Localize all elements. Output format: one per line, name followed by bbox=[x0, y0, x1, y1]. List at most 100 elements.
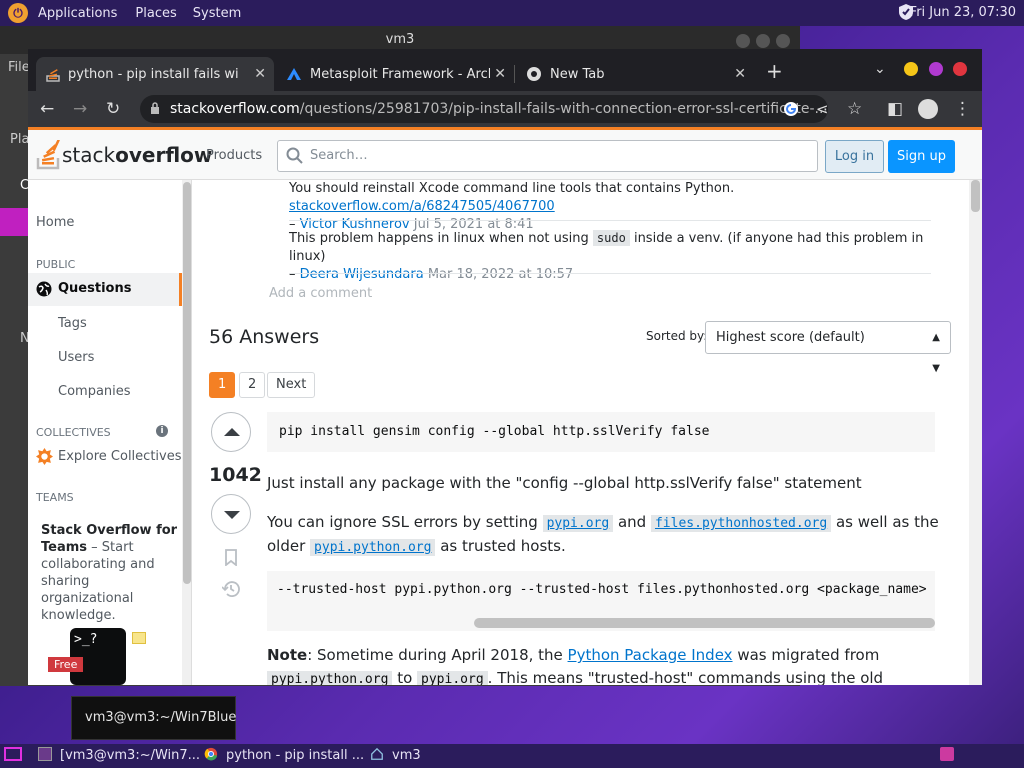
bookmark-star-icon[interactable]: ☆ bbox=[847, 98, 862, 120]
answer-paragraph: You can ignore SSL errors by setting pyp… bbox=[267, 511, 947, 559]
comment-date[interactable]: Mar 18, 2022 at 10:57 bbox=[428, 267, 573, 282]
code-scrollbar[interactable] bbox=[474, 618, 935, 628]
comment-divider bbox=[289, 220, 931, 221]
tab-new-tab[interactable]: New Tab ✕ bbox=[516, 57, 754, 91]
tab-stackoverflow[interactable]: python - pip install fails with "c ✕ bbox=[36, 57, 274, 91]
applications-icon[interactable]: ⏻ bbox=[8, 3, 28, 23]
history-icon[interactable] bbox=[222, 580, 241, 598]
sidepanel-icon[interactable]: ◧ bbox=[887, 98, 903, 120]
close-tab-icon[interactable]: ✕ bbox=[254, 66, 266, 82]
add-comment-link[interactable]: Add a comment bbox=[269, 286, 372, 301]
nav-explore-collectives[interactable]: Explore Collectives bbox=[58, 449, 182, 464]
taskbar-terminal[interactable]: [vm3@vm3:~/Win7... bbox=[38, 744, 200, 768]
nav-questions[interactable]: Questions bbox=[28, 273, 182, 306]
taskbar-vm3[interactable]: vm3 bbox=[370, 744, 421, 768]
comment-text: This problem happens in linux when not u… bbox=[289, 231, 589, 246]
pager-page-1[interactable]: 1 bbox=[209, 372, 236, 398]
maximize-icon[interactable] bbox=[756, 34, 770, 48]
so-logo[interactable]: stack overflow bbox=[36, 140, 212, 170]
new-tab-button[interactable]: + bbox=[766, 59, 783, 83]
minimize-icon[interactable] bbox=[736, 34, 750, 48]
inline-code-link[interactable]: files.pythonhosted.org bbox=[650, 515, 832, 532]
applications-menu[interactable]: Applications bbox=[38, 6, 117, 21]
comment-link[interactable]: stackoverflow.com/a/68247505/4067700 bbox=[289, 199, 555, 214]
note-label: Note bbox=[267, 646, 308, 664]
show-desktop-button[interactable] bbox=[4, 744, 30, 768]
clock[interactable]: Fri Jun 23, 07:30 bbox=[910, 5, 1016, 20]
tab-metasploit[interactable]: Metasploit Framework - Archi ✕ bbox=[276, 57, 514, 91]
close-tab-icon[interactable]: ✕ bbox=[494, 66, 506, 82]
pager-page-2[interactable]: 2 bbox=[239, 372, 266, 398]
info-icon[interactable]: i bbox=[156, 425, 168, 437]
vm3-file-menu[interactable]: File bbox=[8, 60, 30, 75]
text: You can ignore SSL errors by setting bbox=[267, 513, 538, 531]
nav-users[interactable]: Users bbox=[58, 350, 94, 365]
comment-code: sudo bbox=[592, 230, 630, 246]
maximize-icon[interactable] bbox=[929, 62, 943, 76]
minimize-icon[interactable] bbox=[904, 62, 918, 76]
profile-avatar-icon[interactable] bbox=[918, 99, 938, 119]
nav-tags[interactable]: Tags bbox=[58, 316, 87, 331]
nav-companies[interactable]: Companies bbox=[58, 384, 131, 399]
back-icon[interactable]: ← bbox=[40, 98, 54, 120]
page-scrollbar[interactable] bbox=[969, 180, 982, 685]
google-icon[interactable] bbox=[783, 101, 799, 117]
address-bar[interactable]: stackoverflow.com/questions/25981703/pip… bbox=[140, 95, 828, 123]
browser-toolbar: ← → ↻ stackoverflow.com/questions/259817… bbox=[28, 91, 982, 127]
vm3-highlight bbox=[0, 208, 28, 236]
search-input[interactable]: Search… bbox=[277, 140, 818, 172]
system-menu[interactable]: System bbox=[193, 6, 241, 21]
globe-icon bbox=[36, 281, 52, 297]
sort-select[interactable]: Highest score (default) ▲ ▼ bbox=[705, 321, 951, 374]
page-scroll-thumb[interactable] bbox=[971, 180, 980, 212]
vm3-title: vm3 bbox=[385, 32, 415, 47]
menu-icon[interactable]: ⋮ bbox=[954, 98, 971, 120]
pypi-link[interactable]: Python Package Index bbox=[568, 646, 733, 664]
close-tab-icon[interactable]: ✕ bbox=[734, 66, 746, 82]
bookmark-icon[interactable] bbox=[224, 549, 238, 566]
taskbar-label: [vm3@vm3:~/Win7... bbox=[60, 748, 201, 763]
tab-search-icon[interactable]: ⌄ bbox=[874, 61, 886, 77]
comment-user[interactable]: Deera Wijesundara bbox=[300, 267, 424, 282]
tab-title: python - pip install fails with "c bbox=[68, 66, 238, 82]
nav-home[interactable]: Home bbox=[36, 215, 74, 230]
taskbar-chrome[interactable]: python - pip install ... bbox=[204, 744, 364, 768]
forward-icon[interactable]: → bbox=[73, 98, 87, 120]
taskbar-tray-chrome[interactable] bbox=[940, 744, 962, 768]
search-icon bbox=[286, 147, 303, 164]
close-icon[interactable] bbox=[776, 34, 790, 48]
inline-code-link[interactable]: pypi.python.org bbox=[310, 539, 436, 556]
downvote-button[interactable] bbox=[211, 494, 251, 534]
inline-code-link[interactable]: pypi.org bbox=[542, 515, 614, 532]
logo-text-light: stack bbox=[62, 143, 116, 167]
products-link[interactable]: Products bbox=[206, 148, 262, 163]
terminal-icon bbox=[38, 747, 52, 761]
browser-window: python - pip install fails with "c ✕ Met… bbox=[28, 49, 982, 685]
sorted-by-label: Sorted by: bbox=[646, 329, 708, 343]
pager-next[interactable]: Next bbox=[267, 372, 316, 398]
share-icon[interactable]: ⋖ bbox=[816, 98, 829, 120]
taskbar-label: vm3 bbox=[392, 748, 421, 763]
login-button[interactable]: Log in bbox=[825, 140, 884, 173]
reload-icon[interactable]: ↻ bbox=[106, 98, 120, 120]
places-menu[interactable]: Places bbox=[135, 6, 176, 21]
answer-paragraph: Just install any package with the "confi… bbox=[267, 474, 862, 492]
close-icon[interactable] bbox=[953, 62, 967, 76]
inline-code: pypi.python.org bbox=[267, 671, 393, 685]
url-path: /questions/25981703/pip-install-fails-wi… bbox=[299, 101, 828, 117]
free-badge: Free bbox=[48, 657, 84, 672]
sidebar-scrollbar[interactable] bbox=[182, 180, 192, 685]
top-panel: ⏻ Applications Places System Fri Jun 23,… bbox=[0, 0, 1024, 26]
inline-code: pypi.org bbox=[417, 671, 488, 685]
nav-heading-teams: TEAMS bbox=[36, 491, 74, 504]
upvote-button[interactable] bbox=[211, 412, 251, 452]
signup-button[interactable]: Sign up bbox=[888, 140, 955, 173]
sort-value: Highest score (default) bbox=[716, 330, 865, 345]
sidebar-scroll-thumb[interactable] bbox=[183, 182, 191, 584]
collectives-icon bbox=[36, 448, 53, 465]
teams-promo: Stack Overflow for Teams – Start collabo… bbox=[41, 522, 181, 624]
main-content: You should reinstall Xcode command line … bbox=[193, 180, 969, 685]
metasploit-icon bbox=[287, 68, 301, 80]
left-sidebar: Home PUBLIC Questions Tags Users Compani… bbox=[28, 180, 192, 685]
lock-icon[interactable] bbox=[150, 102, 160, 114]
